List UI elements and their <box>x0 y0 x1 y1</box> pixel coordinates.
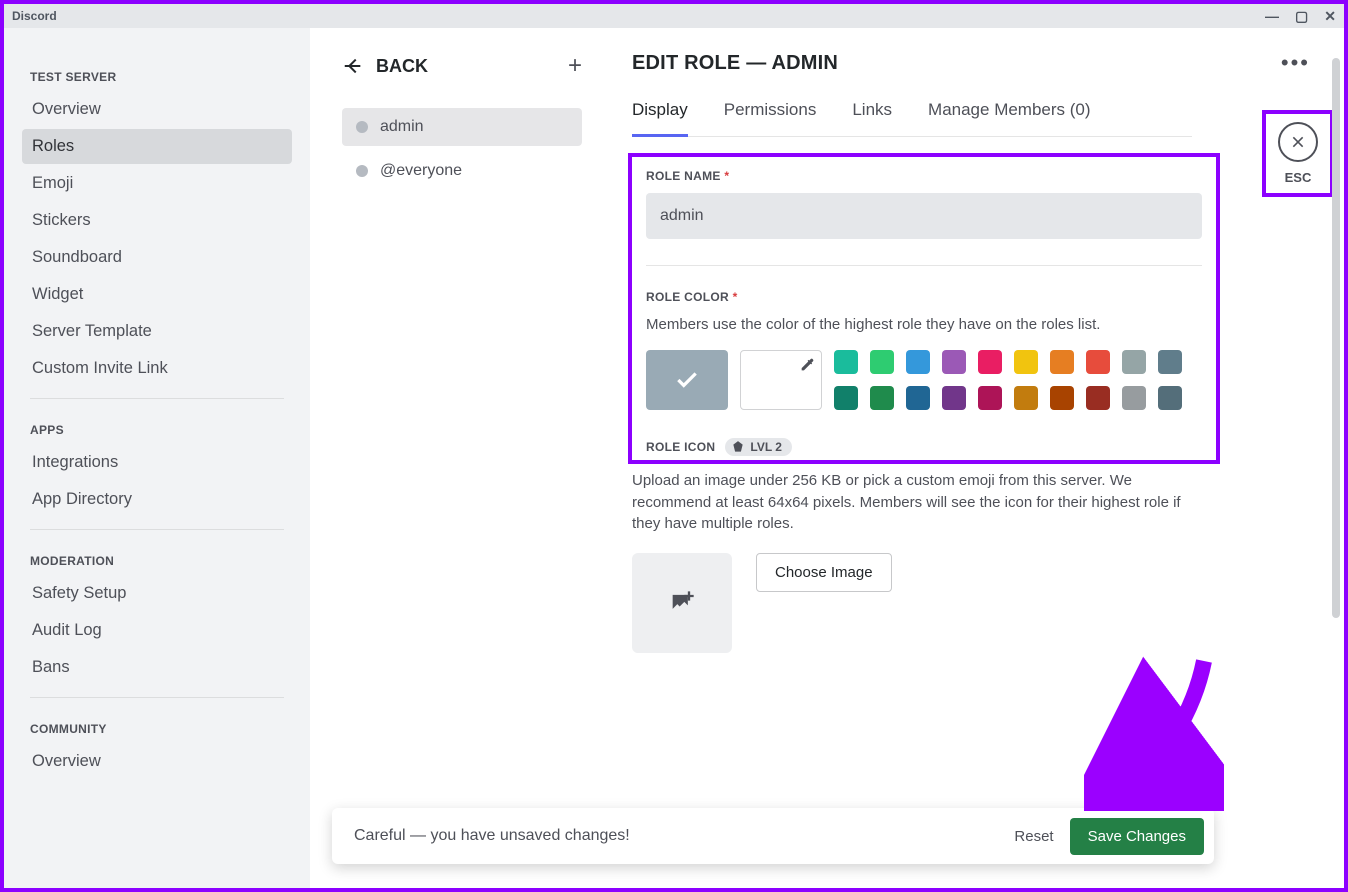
close-button[interactable] <box>1278 122 1318 162</box>
highlighted-region: ROLE NAME * ROLE COLOR * Members use the… <box>632 157 1216 460</box>
sidebar-item-roles[interactable]: Roles <box>22 129 292 164</box>
esc-label: ESC <box>1285 170 1312 185</box>
color-swatch[interactable] <box>834 350 858 374</box>
role-color-description: Members use the color of the highest rol… <box>646 314 1202 336</box>
close-icon <box>1290 134 1306 150</box>
back-label: BACK <box>376 56 428 77</box>
arrow-left-icon <box>342 55 364 77</box>
choose-image-button[interactable]: Choose Image <box>756 553 892 592</box>
titlebar: Discord — ▢ ✕ <box>4 4 1344 28</box>
sidebar-item-server-template[interactable]: Server Template <box>22 314 292 349</box>
role-name-input[interactable] <box>646 193 1202 239</box>
color-swatch[interactable] <box>942 386 966 410</box>
back-button[interactable]: BACK <box>342 55 428 77</box>
add-image-icon <box>668 589 696 617</box>
sidebar-item-stickers[interactable]: Stickers <box>22 203 292 238</box>
reset-button[interactable]: Reset <box>998 818 1069 855</box>
sidebar-item-overview[interactable]: Overview <box>22 92 292 127</box>
app-title: Discord <box>12 9 57 23</box>
tab-display[interactable]: Display <box>632 100 688 137</box>
color-swatch[interactable] <box>1122 350 1146 374</box>
roles-column: BACK + admin @everyone <box>310 28 598 888</box>
sidebar-item-bans[interactable]: Bans <box>22 650 292 685</box>
sidebar-item-custom-invite[interactable]: Custom Invite Link <box>22 351 292 386</box>
check-icon <box>674 367 700 393</box>
settings-sidebar: TEST SERVER Overview Roles Emoji Sticker… <box>4 28 310 888</box>
sidebar-category: COMMUNITY <box>22 710 292 742</box>
color-swatch[interactable] <box>906 350 930 374</box>
color-swatch[interactable] <box>1086 386 1110 410</box>
role-icon-description: Upload an image under 256 KB or pick a c… <box>632 470 1192 535</box>
color-swatch[interactable] <box>1086 350 1110 374</box>
color-swatch[interactable] <box>942 350 966 374</box>
sidebar-item-community-overview[interactable]: Overview <box>22 744 292 779</box>
sidebar-item-soundboard[interactable]: Soundboard <box>22 240 292 275</box>
divider <box>30 697 284 698</box>
sidebar-item-safety-setup[interactable]: Safety Setup <box>22 576 292 611</box>
tab-manage-members[interactable]: Manage Members (0) <box>928 100 1091 136</box>
sidebar-category: APPS <box>22 411 292 443</box>
tab-links[interactable]: Links <box>852 100 892 136</box>
unsaved-changes-toast: Careful — you have unsaved changes! Rese… <box>332 808 1214 864</box>
color-swatch[interactable] <box>978 386 1002 410</box>
role-name: @everyone <box>380 162 462 180</box>
role-color-dot <box>356 165 368 177</box>
role-item-admin[interactable]: admin <box>342 108 582 146</box>
color-swatch[interactable] <box>978 350 1002 374</box>
save-changes-button[interactable]: Save Changes <box>1070 818 1204 855</box>
color-default-swatch[interactable] <box>646 350 728 410</box>
role-editor: EDIT ROLE — ADMIN ••• Display Permission… <box>598 28 1344 888</box>
color-swatch[interactable] <box>870 350 894 374</box>
color-swatch[interactable] <box>906 386 930 410</box>
scrollbar-thumb[interactable] <box>1332 58 1340 618</box>
upload-image-box[interactable] <box>632 553 732 653</box>
toast-message: Careful — you have unsaved changes! <box>354 827 630 845</box>
divider <box>30 398 284 399</box>
sidebar-item-audit-log[interactable]: Audit Log <box>22 613 292 648</box>
color-swatch[interactable] <box>1158 350 1182 374</box>
role-color-label: ROLE COLOR * <box>646 290 1202 304</box>
role-icon-label: ROLE ICON <box>646 440 715 454</box>
add-role-button[interactable]: + <box>568 52 582 80</box>
sidebar-item-emoji[interactable]: Emoji <box>22 166 292 201</box>
color-swatch[interactable] <box>870 386 894 410</box>
color-swatch[interactable] <box>1050 350 1074 374</box>
color-swatch[interactable] <box>834 386 858 410</box>
role-name: admin <box>380 118 424 136</box>
color-swatch[interactable] <box>1014 386 1038 410</box>
boost-level-badge: LVL 2 <box>725 438 792 456</box>
color-swatch[interactable] <box>1014 350 1038 374</box>
sidebar-category: TEST SERVER <box>22 58 292 90</box>
color-swatch[interactable] <box>1050 386 1074 410</box>
color-swatch[interactable] <box>1122 386 1146 410</box>
more-menu-button[interactable]: ••• <box>1281 50 1310 76</box>
editor-tabs: Display Permissions Links Manage Members… <box>632 100 1192 137</box>
eyedropper-icon <box>799 357 815 373</box>
role-item-everyone[interactable]: @everyone <box>342 152 582 190</box>
editor-title: EDIT ROLE — ADMIN <box>632 52 838 75</box>
sidebar-item-app-directory[interactable]: App Directory <box>22 482 292 517</box>
color-eyedropper-swatch[interactable] <box>740 350 822 410</box>
minimize-button[interactable]: — <box>1265 8 1279 25</box>
close-esc-region: ESC <box>1266 114 1330 193</box>
tab-permissions[interactable]: Permissions <box>724 100 817 136</box>
divider <box>30 529 284 530</box>
sidebar-category: MODERATION <box>22 542 292 574</box>
role-name-label: ROLE NAME * <box>646 169 1202 183</box>
maximize-button[interactable]: ▢ <box>1295 8 1308 25</box>
sidebar-item-integrations[interactable]: Integrations <box>22 445 292 480</box>
role-color-dot <box>356 121 368 133</box>
boost-icon <box>731 440 745 454</box>
close-window-button[interactable]: ✕ <box>1324 8 1336 25</box>
color-swatch[interactable] <box>1158 386 1182 410</box>
divider <box>646 265 1202 266</box>
sidebar-item-widget[interactable]: Widget <box>22 277 292 312</box>
